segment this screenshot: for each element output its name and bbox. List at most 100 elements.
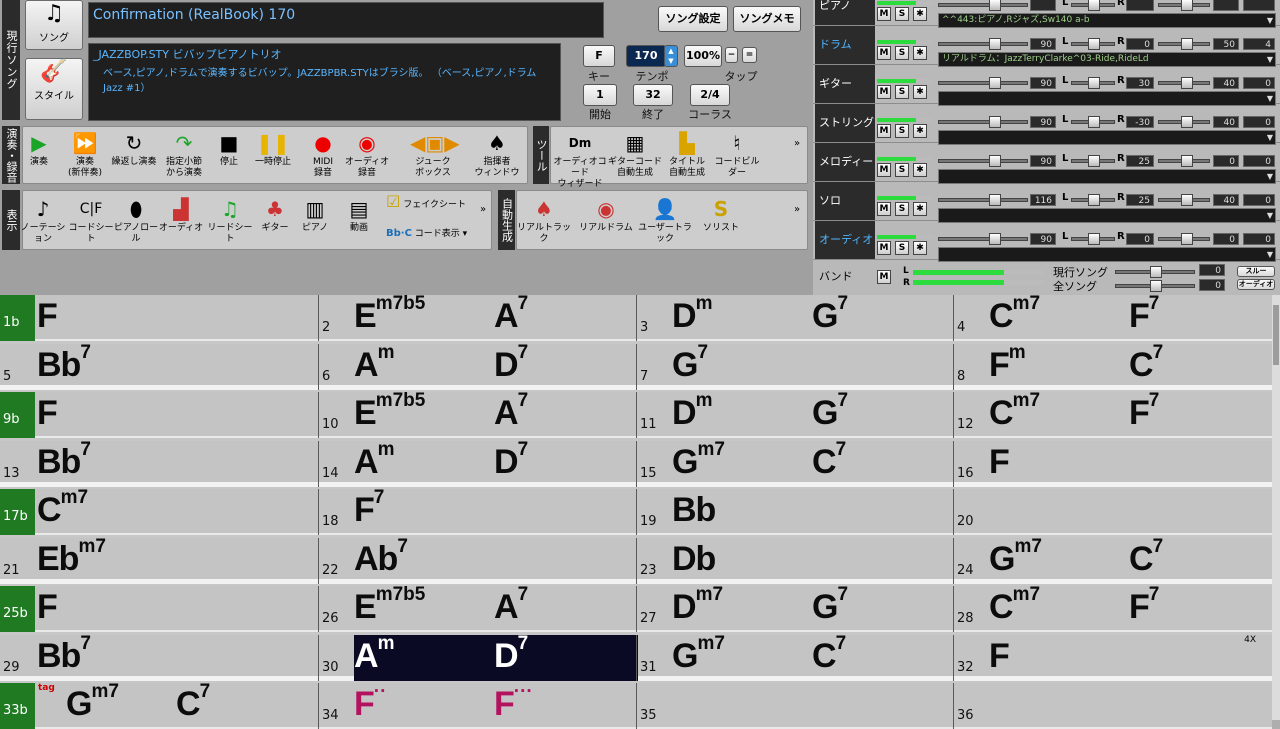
current-song-knob[interactable] [1150, 266, 1162, 278]
bar-cell[interactable]: 23 Db [636, 537, 953, 584]
bar-cell[interactable]: 8 Fm C7 [953, 342, 1272, 390]
video-button[interactable]: ▤ 動画 [336, 196, 382, 234]
reverb-knob[interactable] [1181, 194, 1193, 206]
audio-chord-wizard-button[interactable]: Dm オーディオコード ウィザード [552, 130, 608, 190]
volume-value[interactable]: 90 [1030, 77, 1056, 89]
bar-cell[interactable]: 16 F [953, 440, 1272, 487]
bar-cell[interactable]: 24 Gm7 C7 [953, 536, 1272, 584]
volume-knob[interactable] [989, 155, 1001, 167]
reverb-value[interactable]: 0 [1213, 155, 1239, 167]
volume-knob[interactable] [989, 77, 1001, 89]
chord-symbol[interactable]: Cm7 [37, 487, 88, 530]
pan-slider[interactable] [1071, 116, 1115, 128]
volume-value[interactable]: 90 [1030, 233, 1056, 245]
mute-button[interactable]: M [877, 163, 891, 177]
pan-knob[interactable] [1088, 77, 1100, 89]
realdrums-button[interactable]: ◉ リアルドラム [578, 196, 634, 234]
chord-symbol[interactable]: F7 [354, 487, 384, 530]
bar-cell[interactable]: 6 Am D7 [318, 342, 636, 390]
freeze-button[interactable]: ✱ [913, 124, 927, 138]
chord-symbol[interactable]: D7 [494, 439, 528, 482]
track-name[interactable]: ストリングス [815, 104, 875, 142]
volume-slider[interactable] [938, 233, 1028, 245]
volume-slider[interactable] [938, 77, 1028, 89]
chorus-value[interactable]: 0 [1243, 155, 1275, 167]
pan-value[interactable]: 0 [1126, 38, 1154, 50]
reverb-value[interactable]: 0 [1213, 233, 1239, 245]
bar-cell[interactable]: 15 Gm7 C7 [636, 439, 953, 487]
mute-button[interactable]: M [877, 124, 891, 138]
song-memo-button[interactable]: ソングメモ [733, 6, 801, 32]
tempo-minus-button[interactable]: − [725, 47, 738, 63]
bar-cell[interactable]: 21 Ebm7 [0, 536, 318, 584]
mute-button[interactable]: M [877, 241, 891, 255]
audio-button[interactable]: オーディオ [1237, 279, 1275, 290]
scrollbar-thumb[interactable] [1273, 305, 1279, 365]
chord-symbol[interactable]: F [37, 297, 58, 336]
song-button[interactable]: ♫ ソング [25, 0, 83, 50]
reverb-slider[interactable] [1158, 233, 1210, 245]
style-description[interactable]: _JAZZBOP.STY ビバップピアノトリオ ベース,ピアノ,ドラムで演奏する… [88, 43, 561, 121]
auto-more-icon[interactable]: » [794, 204, 800, 215]
chord-symbol[interactable]: Bb7 [37, 633, 91, 676]
solo-button[interactable]: S [895, 202, 909, 216]
chord-builder-button[interactable]: ♮ コードビルダー [712, 130, 762, 179]
bar-cell[interactable]: 34 F·· F··· [318, 681, 636, 729]
reverb-value[interactable]: 50 [1213, 38, 1239, 50]
end-field[interactable]: 32 [633, 84, 673, 106]
song-settings-button[interactable]: ソング設定 [658, 6, 728, 32]
thru-button[interactable]: スルー [1237, 266, 1275, 277]
bar-cell[interactable]: 12 Cm7 F7 [953, 390, 1272, 438]
audio-view-button[interactable]: ▟ オーディオ [158, 196, 204, 234]
pan-slider[interactable] [1071, 77, 1115, 89]
stop-button[interactable]: ■ 停止 [206, 130, 252, 168]
volume-slider[interactable] [938, 194, 1028, 206]
reverb-slider[interactable] [1158, 155, 1210, 167]
reverb-slider[interactable] [1158, 77, 1210, 89]
style-button[interactable]: 🎸 スタイル [25, 58, 83, 120]
vertical-scrollbar[interactable] [1272, 295, 1280, 720]
pan-knob[interactable] [1088, 0, 1100, 11]
pause-button[interactable]: ❚❚ 一時停止 [250, 130, 296, 168]
chord-symbol[interactable]: Dm [672, 293, 712, 336]
chord-symbol[interactable]: A7 [494, 390, 528, 433]
reverb-slider[interactable] [1158, 38, 1210, 50]
title-generator-button[interactable]: ▙ タイトル 自動生成 [662, 130, 712, 179]
chord-symbol[interactable]: Gm7 [66, 681, 119, 724]
fake-sheet-button[interactable]: ☑ フェイクシート [386, 194, 476, 211]
chord-symbol[interactable]: Gm7 [989, 536, 1042, 579]
mute-button[interactable]: M [877, 7, 891, 21]
pan-knob[interactable] [1088, 233, 1100, 245]
chorus-value[interactable]: 0 [1243, 233, 1275, 245]
realtracks-button[interactable]: ♠ リアルトラック [516, 196, 572, 245]
tools-more-icon[interactable]: » [794, 138, 800, 149]
instrument-dropdown[interactable]: ▼ [938, 247, 1276, 262]
volume-slider[interactable] [938, 155, 1028, 167]
chord-symbol[interactable]: Em7b5 [354, 293, 425, 336]
user-tracks-button[interactable]: 👤 ユーザートラック [634, 196, 696, 245]
volume-value[interactable]: 90 [1030, 116, 1056, 128]
chord-symbol[interactable]: F [37, 394, 58, 433]
current-song-value[interactable]: 0 [1199, 264, 1225, 276]
chord-symbol[interactable]: C7 [812, 633, 846, 676]
band-mute-button[interactable]: M [877, 270, 891, 284]
pan-value[interactable]: -30 [1126, 116, 1154, 128]
play-from-bar-button[interactable]: ↷ 指定小節 から演奏 [161, 130, 207, 179]
chord-symbol[interactable]: F [989, 637, 1010, 676]
pan-value[interactable]: 0 [1126, 233, 1154, 245]
bar-cell[interactable]: 33b tag Gm7 C7 [0, 681, 318, 729]
bar-cell[interactable]: 9b F [0, 392, 318, 438]
tap-label[interactable]: タップ [724, 68, 758, 84]
reverb-knob[interactable] [1181, 0, 1193, 11]
chorus-value[interactable]: 0 [1243, 194, 1275, 206]
view-more-icon[interactable]: » [480, 204, 486, 215]
chord-symbol[interactable]: F [989, 443, 1010, 482]
piano-view-button[interactable]: ▥ ピアノ [292, 196, 338, 234]
bar-cell[interactable]: 17b Cm7 [0, 487, 318, 535]
freeze-button[interactable]: ✱ [913, 85, 927, 99]
loop-play-button[interactable]: ↻ 繰返し演奏 [111, 130, 157, 168]
bar-cell[interactable]: 18 F7 [318, 487, 636, 535]
solo-button[interactable]: S [895, 7, 909, 21]
jukebox-button[interactable]: ◀▣▶ ジューク ボックス [410, 130, 460, 179]
bar-cell[interactable]: 10 Em7b5 A7 [318, 390, 636, 438]
